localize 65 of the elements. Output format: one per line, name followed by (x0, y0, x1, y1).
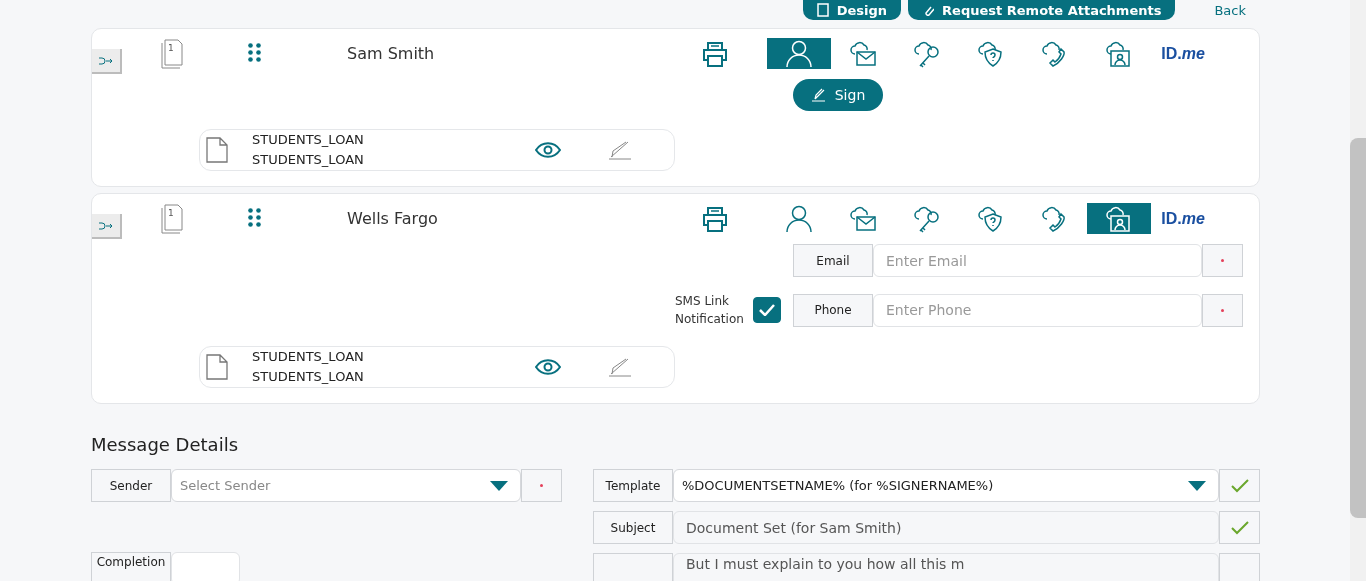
field-label: Subject (593, 511, 673, 544)
sms-checkbox[interactable] (753, 297, 781, 323)
check-icon (1230, 520, 1249, 535)
check-icon (1230, 478, 1249, 493)
pen-icon (810, 88, 827, 102)
file-icon (206, 137, 228, 163)
sms-notification-label: SMS Link Notification (675, 293, 745, 328)
cloud-id-card-icon (1105, 204, 1133, 233)
completion-input[interactable] (171, 552, 240, 581)
cloud-key-icon (913, 39, 941, 68)
toggle-button[interactable] (92, 214, 122, 239)
design-button[interactable]: Design (802, 0, 902, 20)
message-textarea[interactable]: But I must explain to you how all this m (673, 553, 1219, 581)
pen-icon[interactable] (606, 140, 632, 160)
auth-method-button[interactable] (767, 38, 831, 69)
section-title: Message Details (91, 434, 239, 455)
document-icon (816, 3, 829, 17)
idme-button[interactable]: ID.me (1151, 38, 1215, 69)
document-name: STUDENTS_LOAN STUDENTS_LOAN (252, 131, 365, 169)
person-icon (786, 39, 812, 68)
cloud-shield-icon (977, 39, 1005, 68)
text-input[interactable]: Enter Phone (873, 293, 1202, 327)
field-label: Email (793, 244, 873, 277)
cloud-mail-icon (849, 39, 877, 68)
eye-icon[interactable] (535, 359, 561, 375)
pen-icon[interactable] (606, 357, 632, 377)
toggle-button[interactable] (92, 49, 122, 74)
checkmark-icon (759, 304, 775, 316)
sender-dropdown[interactable]: Select Sender (171, 469, 521, 502)
page-count: 1 (168, 208, 174, 218)
page-count: 1 (168, 43, 174, 53)
request-attachments-button[interactable]: Request Remote Attachments (908, 0, 1176, 20)
person-icon (786, 204, 812, 233)
required-dot-icon (1221, 259, 1224, 262)
dropdown-caret-icon (490, 480, 508, 491)
idme-button[interactable]: ID.me (1151, 203, 1215, 234)
signer-name: Sam Smith (347, 43, 435, 65)
scrollbar[interactable] (1350, 0, 1366, 581)
required-dot-icon (540, 484, 543, 487)
cloud-id-card-icon (1105, 39, 1133, 68)
field-label: Completion (91, 552, 171, 581)
subject-input[interactable]: Document Set (for Sam Smith) (673, 511, 1219, 544)
cloud-shield-icon (977, 204, 1005, 233)
printer-icon[interactable] (701, 205, 729, 232)
field-label: Template (593, 469, 673, 502)
text-input[interactable]: Enter Email (873, 244, 1202, 277)
route-arrow-icon (98, 221, 114, 230)
auth-method-button[interactable] (1087, 203, 1151, 234)
signer-name: Wells Fargo (347, 208, 438, 230)
route-arrow-icon (98, 56, 114, 65)
field-label: Phone (793, 293, 873, 327)
back-link[interactable]: Back (1214, 2, 1246, 18)
printer-icon[interactable] (701, 40, 729, 67)
drag-handle-icon[interactable] (248, 208, 261, 227)
drag-handle-icon[interactable] (248, 43, 261, 62)
dropdown-caret-icon (1188, 480, 1206, 491)
cloud-mail-icon (849, 204, 877, 233)
eye-icon[interactable] (535, 142, 561, 158)
file-icon (206, 354, 228, 380)
cloud-key-icon (913, 204, 941, 233)
sign-button[interactable]: Sign (793, 79, 883, 111)
template-dropdown[interactable]: %DOCUMENTSETNAME% (for %SIGNERNAME%) (673, 469, 1219, 502)
document-name: STUDENTS_LOAN STUDENTS_LOAN (252, 348, 365, 386)
field-label: Sender (91, 469, 171, 502)
required-dot-icon (1221, 308, 1224, 312)
